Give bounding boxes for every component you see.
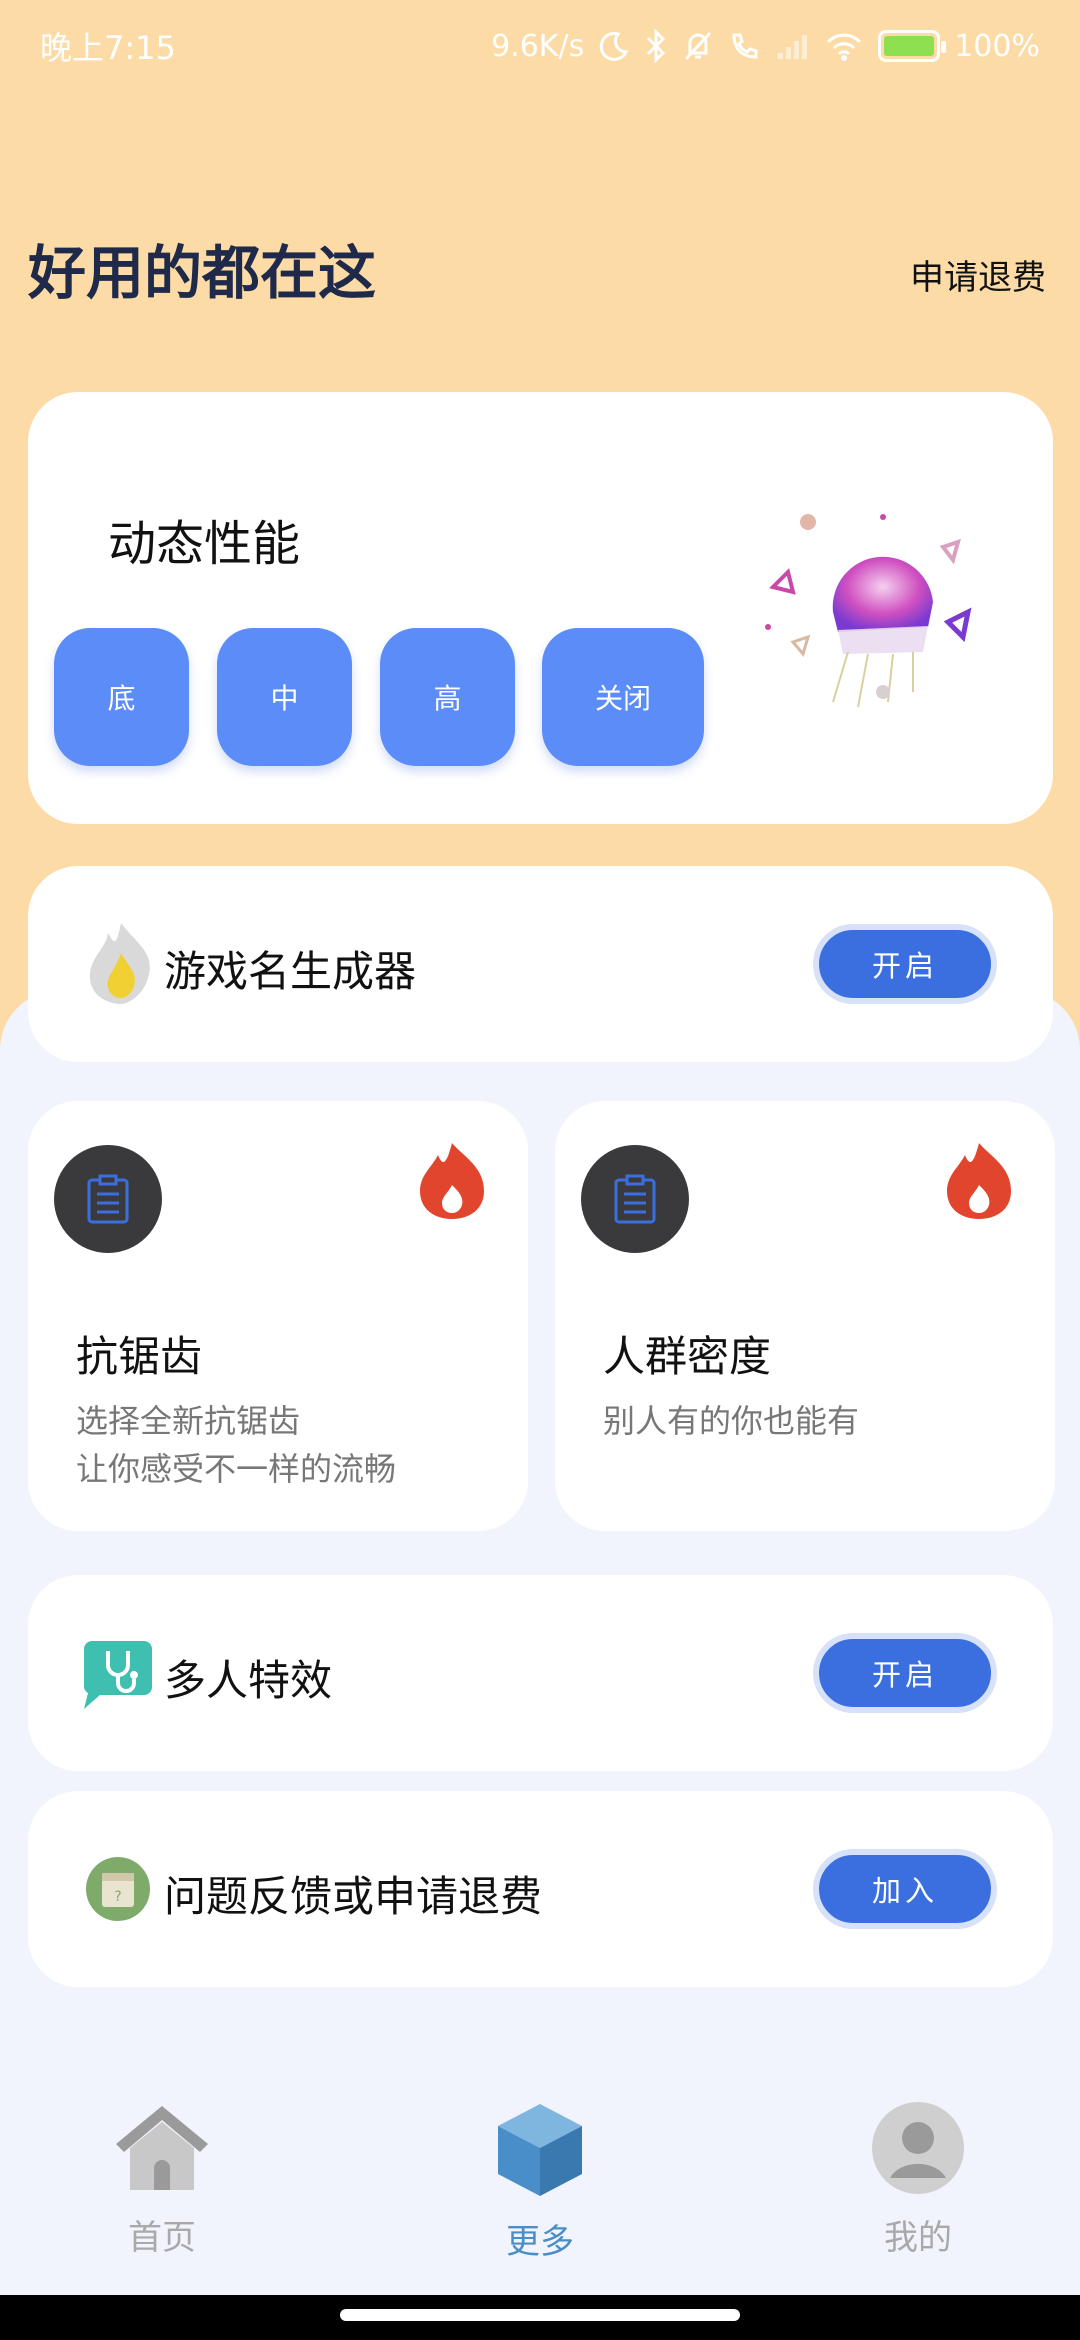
- perf-off-button[interactable]: 关闭: [542, 628, 704, 766]
- wifi-icon: [827, 33, 862, 61]
- perf-low-button[interactable]: 底: [54, 628, 189, 766]
- multi-effect-open-button[interactable]: 开启: [813, 1633, 997, 1713]
- perf-high-button[interactable]: 高: [380, 628, 515, 766]
- anti-alias-title: 抗锯齿: [76, 1332, 203, 1381]
- status-icons: 9.6K/s 100%: [491, 29, 1040, 64]
- tab-more[interactable]: 更多: [440, 2100, 640, 2263]
- moon-icon: [599, 31, 629, 61]
- anti-alias-description: 选择全新抗锯齿 让你感受不一样的流畅: [76, 1402, 397, 1488]
- name-generator-card: 游戏名生成器 开启: [28, 866, 1053, 1062]
- tab-home-label: 首页: [128, 2218, 196, 2258]
- tab-profile-label: 我的: [884, 2218, 952, 2258]
- performance-title: 动态性能: [108, 516, 301, 572]
- bluetooth-icon: [647, 29, 666, 63]
- performance-card: 动态性能 底 中 高 关闭: [28, 392, 1053, 824]
- status-time: 晚上7:15: [40, 29, 176, 67]
- hot-fire-icon: [420, 1143, 484, 1219]
- feedback-join-button[interactable]: 加入: [813, 1849, 997, 1929]
- stethoscope-chat-icon: [84, 1641, 152, 1709]
- battery-icon: [878, 30, 947, 62]
- anti-alias-card[interactable]: 抗锯齿 选择全新抗锯齿 让你感受不一样的流畅: [28, 1101, 528, 1531]
- profile-icon: [872, 2102, 964, 2194]
- home-indicator: [0, 2295, 1080, 2340]
- name-generator-label: 游戏名生成器: [164, 947, 417, 996]
- hot-fire-icon: [947, 1143, 1011, 1219]
- battery-percent: 100%: [954, 28, 1040, 64]
- home-icon: [116, 2106, 208, 2190]
- mute-bell-icon: [685, 31, 712, 61]
- apply-refund-link[interactable]: 申请退费: [910, 250, 1046, 299]
- anti-alias-doc-icon: [54, 1145, 162, 1253]
- call-blocked-icon: [732, 33, 758, 59]
- crowd-density-card[interactable]: 人群密度 别人有的你也能有: [555, 1101, 1055, 1531]
- feedback-label: 问题反馈或申请退费: [164, 1872, 543, 1921]
- tab-profile[interactable]: 我的: [818, 2100, 1018, 2259]
- network-speed: 9.6K/s: [491, 28, 585, 64]
- cube-icon: [498, 2104, 582, 2196]
- svg-text:?: ?: [114, 1889, 121, 1905]
- name-generator-open-button[interactable]: 开启: [813, 924, 997, 1004]
- jellyfish-illustration: [765, 514, 972, 708]
- page-title: 好用的都在这: [28, 239, 377, 307]
- crowd-density-title: 人群密度: [603, 1332, 772, 1381]
- status-bar: 晚上7:15 9.6K/s 100%: [0, 0, 1080, 92]
- signal-icon: [778, 35, 808, 59]
- multi-effect-label: 多人特效: [164, 1656, 333, 1705]
- flame-icon: [89, 923, 150, 1004]
- feedback-card: ? 问题反馈或申请退费 加入: [28, 1791, 1053, 1987]
- perf-medium-button[interactable]: 中: [217, 628, 352, 766]
- bottom-tab-bar: 首页 更多 我的: [0, 2060, 1080, 2290]
- tab-home[interactable]: 首页: [62, 2100, 262, 2259]
- feedback-box-icon: ?: [86, 1857, 150, 1921]
- tab-more-label: 更多: [506, 2222, 574, 2262]
- crowd-density-doc-icon: [581, 1145, 689, 1253]
- crowd-density-description: 别人有的你也能有: [603, 1402, 860, 1440]
- multi-effect-card: 多人特效 开启: [28, 1575, 1053, 1771]
